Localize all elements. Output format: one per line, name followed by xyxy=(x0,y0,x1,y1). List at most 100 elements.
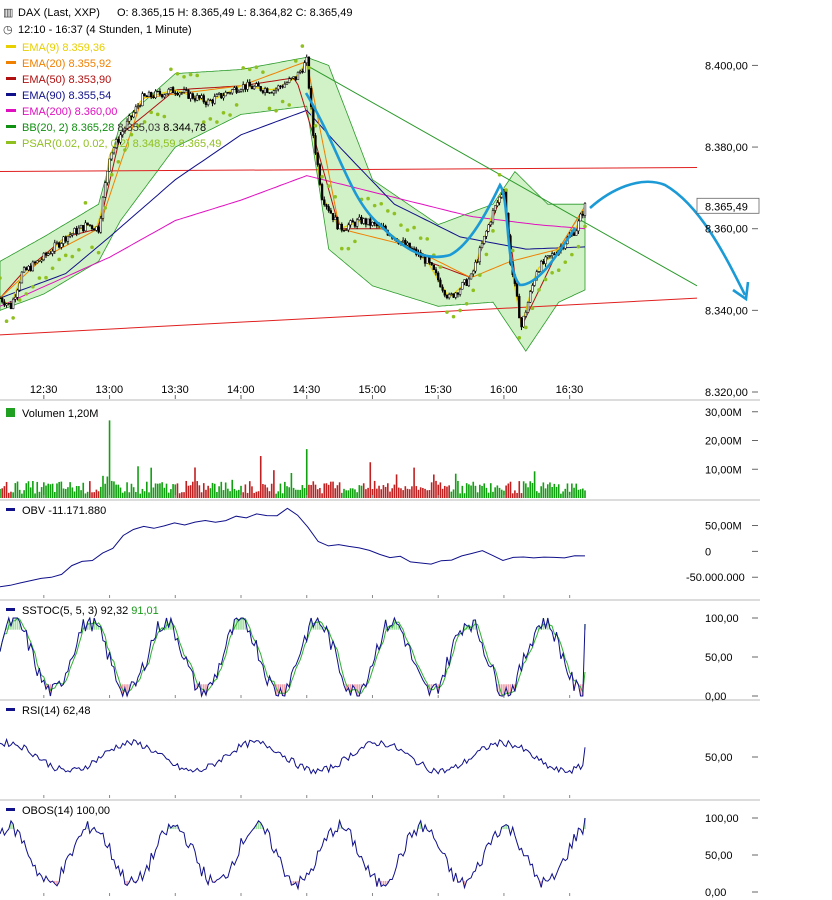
volume-bar xyxy=(231,479,234,498)
time-tick-label: 16:30 xyxy=(556,384,584,396)
volume-bar xyxy=(522,481,525,498)
candle-body xyxy=(316,152,319,165)
volume-bar xyxy=(310,484,312,498)
volume-bar xyxy=(82,482,85,498)
volume-bar xyxy=(334,488,337,498)
candle-body xyxy=(458,288,462,295)
volume-bar xyxy=(156,483,159,498)
volume-bar xyxy=(16,481,19,498)
volume-bar xyxy=(525,483,527,498)
volume-bar xyxy=(23,490,25,498)
volume-bar xyxy=(117,484,120,498)
time-tick-label: 13:30 xyxy=(161,384,189,396)
psar-dot xyxy=(300,44,305,48)
volume-bar xyxy=(279,483,282,498)
psar-dot xyxy=(63,253,68,258)
volume-bar xyxy=(457,480,459,498)
candle-body xyxy=(296,72,300,80)
volume-bar xyxy=(546,484,549,498)
volume-bar xyxy=(481,485,483,498)
candle-body xyxy=(191,93,194,99)
candle-body xyxy=(349,220,352,226)
candle-body xyxy=(150,92,153,98)
volume-bar xyxy=(468,484,470,498)
volume-bar xyxy=(360,485,363,498)
volume-bar xyxy=(126,482,128,498)
volume-bar xyxy=(487,492,490,498)
volume-bar xyxy=(555,486,558,498)
volume-bar xyxy=(402,490,404,498)
volume-bar xyxy=(172,484,174,498)
volume-bar xyxy=(463,493,466,498)
candle-body xyxy=(226,92,230,94)
candle-body xyxy=(209,99,212,101)
volume-bar xyxy=(89,481,91,498)
volume-bar xyxy=(520,493,523,498)
volume-bar xyxy=(380,489,383,498)
psar-dot xyxy=(17,298,22,302)
legend-swatch xyxy=(6,77,16,80)
volume-bar xyxy=(233,488,236,498)
candle-body xyxy=(224,92,227,97)
indicator-tick-label: -50.000.000 xyxy=(686,572,745,584)
candle-body xyxy=(108,158,111,172)
volume-bar xyxy=(384,486,387,498)
candle-body xyxy=(79,225,83,229)
volume-bar xyxy=(369,462,372,498)
price-panel: 8.400,00 8.380,00 8.360,00 8.340,00 8.320,00… xyxy=(0,44,760,399)
bar-chart-icon: ▥ xyxy=(3,7,13,19)
volume-bar xyxy=(529,481,532,498)
volume-bar xyxy=(584,490,586,498)
psar-dot xyxy=(241,66,246,70)
candle-body xyxy=(237,91,240,93)
indicator-tick-label: 50,00M xyxy=(705,521,742,533)
candle-body xyxy=(299,70,302,73)
psar-dot xyxy=(405,228,410,232)
volume-bar xyxy=(575,483,578,498)
volume-bar xyxy=(255,491,258,498)
indicator-tick-label: 50,00 xyxy=(705,850,733,862)
volume-bar xyxy=(150,467,152,498)
volume-bar xyxy=(132,487,135,498)
volume-bar xyxy=(327,484,330,498)
candle-body xyxy=(294,76,297,80)
candle-body xyxy=(66,235,70,242)
legend-label: EMA(9) 8.359,36 xyxy=(22,42,105,54)
candle-body xyxy=(18,282,21,291)
volume-bar xyxy=(428,490,431,498)
candle-body xyxy=(134,106,137,113)
candle-body xyxy=(336,216,339,230)
psar-dot xyxy=(57,257,61,262)
candle-body xyxy=(44,252,48,256)
volume-bar xyxy=(577,489,580,498)
volume-bar xyxy=(218,486,220,498)
volume-bar xyxy=(492,491,494,498)
psar-dot xyxy=(31,284,35,289)
psar-dot xyxy=(399,223,403,227)
volume-bar xyxy=(367,487,369,498)
volume-bar xyxy=(454,473,457,498)
candle-body xyxy=(288,78,291,83)
volume-bar xyxy=(303,488,306,498)
legend-label: EMA(50) 8.353,90 xyxy=(22,74,111,86)
candle-body xyxy=(345,229,348,231)
candle-body xyxy=(467,278,471,286)
legend-value: 8.344,78 xyxy=(160,122,206,134)
volume-bar xyxy=(397,487,400,498)
psar-dot xyxy=(491,229,495,233)
candle-body xyxy=(454,292,457,298)
candle-body xyxy=(73,228,76,234)
candle-body xyxy=(274,88,278,91)
volume-bar xyxy=(378,485,380,498)
psar-dot xyxy=(497,172,502,177)
volume-bar xyxy=(119,487,122,498)
volume-bar xyxy=(222,490,225,498)
psar-dot xyxy=(116,160,121,164)
candle-body xyxy=(217,92,221,95)
candle-body xyxy=(71,233,74,236)
volume-bar xyxy=(104,483,106,498)
psar-dot xyxy=(530,306,535,311)
candle-body xyxy=(154,90,157,98)
candle-body xyxy=(522,315,525,328)
psar-dot xyxy=(24,292,29,296)
